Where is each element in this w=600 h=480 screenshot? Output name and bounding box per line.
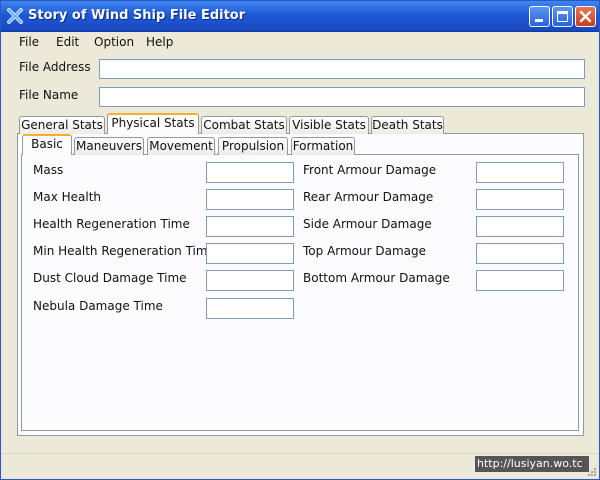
bottom-armour-label: Bottom Armour Damage	[303, 271, 450, 285]
front-armour-field[interactable]	[476, 162, 564, 183]
app-x-icon	[7, 8, 23, 24]
menu-bar: File Edit Option Help	[1, 32, 599, 53]
tab-movement[interactable]: Movement	[147, 137, 215, 155]
tab-maneuvers[interactable]: Maneuvers	[74, 137, 144, 155]
bottom-armour-field[interactable]	[476, 270, 564, 291]
tab-death-stats[interactable]: Death Stats	[371, 116, 444, 134]
nebula-label: Nebula Damage Time	[33, 299, 163, 313]
side-armour-label: Side Armour Damage	[303, 217, 432, 231]
tab-formation[interactable]: Formation	[291, 137, 355, 155]
top-armour-field[interactable]	[476, 243, 564, 264]
tab-general-stats[interactable]: General Stats	[19, 116, 105, 134]
menu-edit[interactable]: Edit	[56, 35, 79, 49]
window-title: Story of Wind Ship File Editor	[28, 8, 246, 23]
min-health-regen-label: Min Health Regeneration Time	[33, 244, 215, 258]
side-armour-field[interactable]	[476, 216, 564, 237]
main-window: Story of Wind Ship File Editor File Edit…	[0, 0, 600, 480]
minimize-button[interactable]	[529, 6, 550, 27]
resize-grip-icon[interactable]	[587, 467, 597, 477]
menu-file[interactable]: File	[19, 35, 39, 49]
menu-option[interactable]: Option	[94, 35, 134, 49]
rear-armour-field[interactable]	[476, 189, 564, 210]
min-health-regen-field[interactable]	[206, 243, 294, 264]
health-regen-label: Health Regeneration Time	[33, 217, 190, 231]
dust-cloud-field[interactable]	[206, 270, 294, 291]
file-address-field[interactable]	[99, 59, 585, 79]
watermark-url: http://lusiyan.wo.tc	[475, 456, 589, 472]
maximize-button[interactable]	[552, 6, 573, 27]
file-address-label: File Address	[19, 60, 91, 74]
maximize-icon	[557, 11, 568, 22]
menu-help[interactable]: Help	[146, 35, 173, 49]
close-button[interactable]	[575, 6, 596, 27]
title-bar[interactable]: Story of Wind Ship File Editor	[1, 1, 599, 32]
tab-basic[interactable]: Basic	[22, 134, 72, 155]
tab-visible-stats[interactable]: Visible Stats	[289, 116, 369, 134]
dust-cloud-label: Dust Cloud Damage Time	[33, 271, 187, 285]
rear-armour-label: Rear Armour Damage	[303, 190, 434, 204]
file-name-label: File Name	[19, 88, 79, 102]
minimize-icon	[535, 19, 543, 22]
tab-propulsion[interactable]: Propulsion	[218, 137, 288, 155]
health-regen-field[interactable]	[206, 216, 294, 237]
max-health-label: Max Health	[33, 190, 102, 204]
tab-physical-stats[interactable]: Physical Stats	[107, 113, 199, 134]
nebula-field[interactable]	[206, 298, 294, 319]
max-health-field[interactable]	[206, 189, 294, 210]
mass-field[interactable]	[206, 162, 294, 183]
top-armour-label: Top Armour Damage	[303, 244, 427, 258]
mass-label: Mass	[33, 163, 64, 177]
front-armour-label: Front Armour Damage	[303, 163, 437, 177]
close-icon	[579, 10, 592, 23]
file-name-field[interactable]	[99, 87, 585, 107]
tab-combat-stats[interactable]: Combat Stats	[201, 116, 287, 134]
